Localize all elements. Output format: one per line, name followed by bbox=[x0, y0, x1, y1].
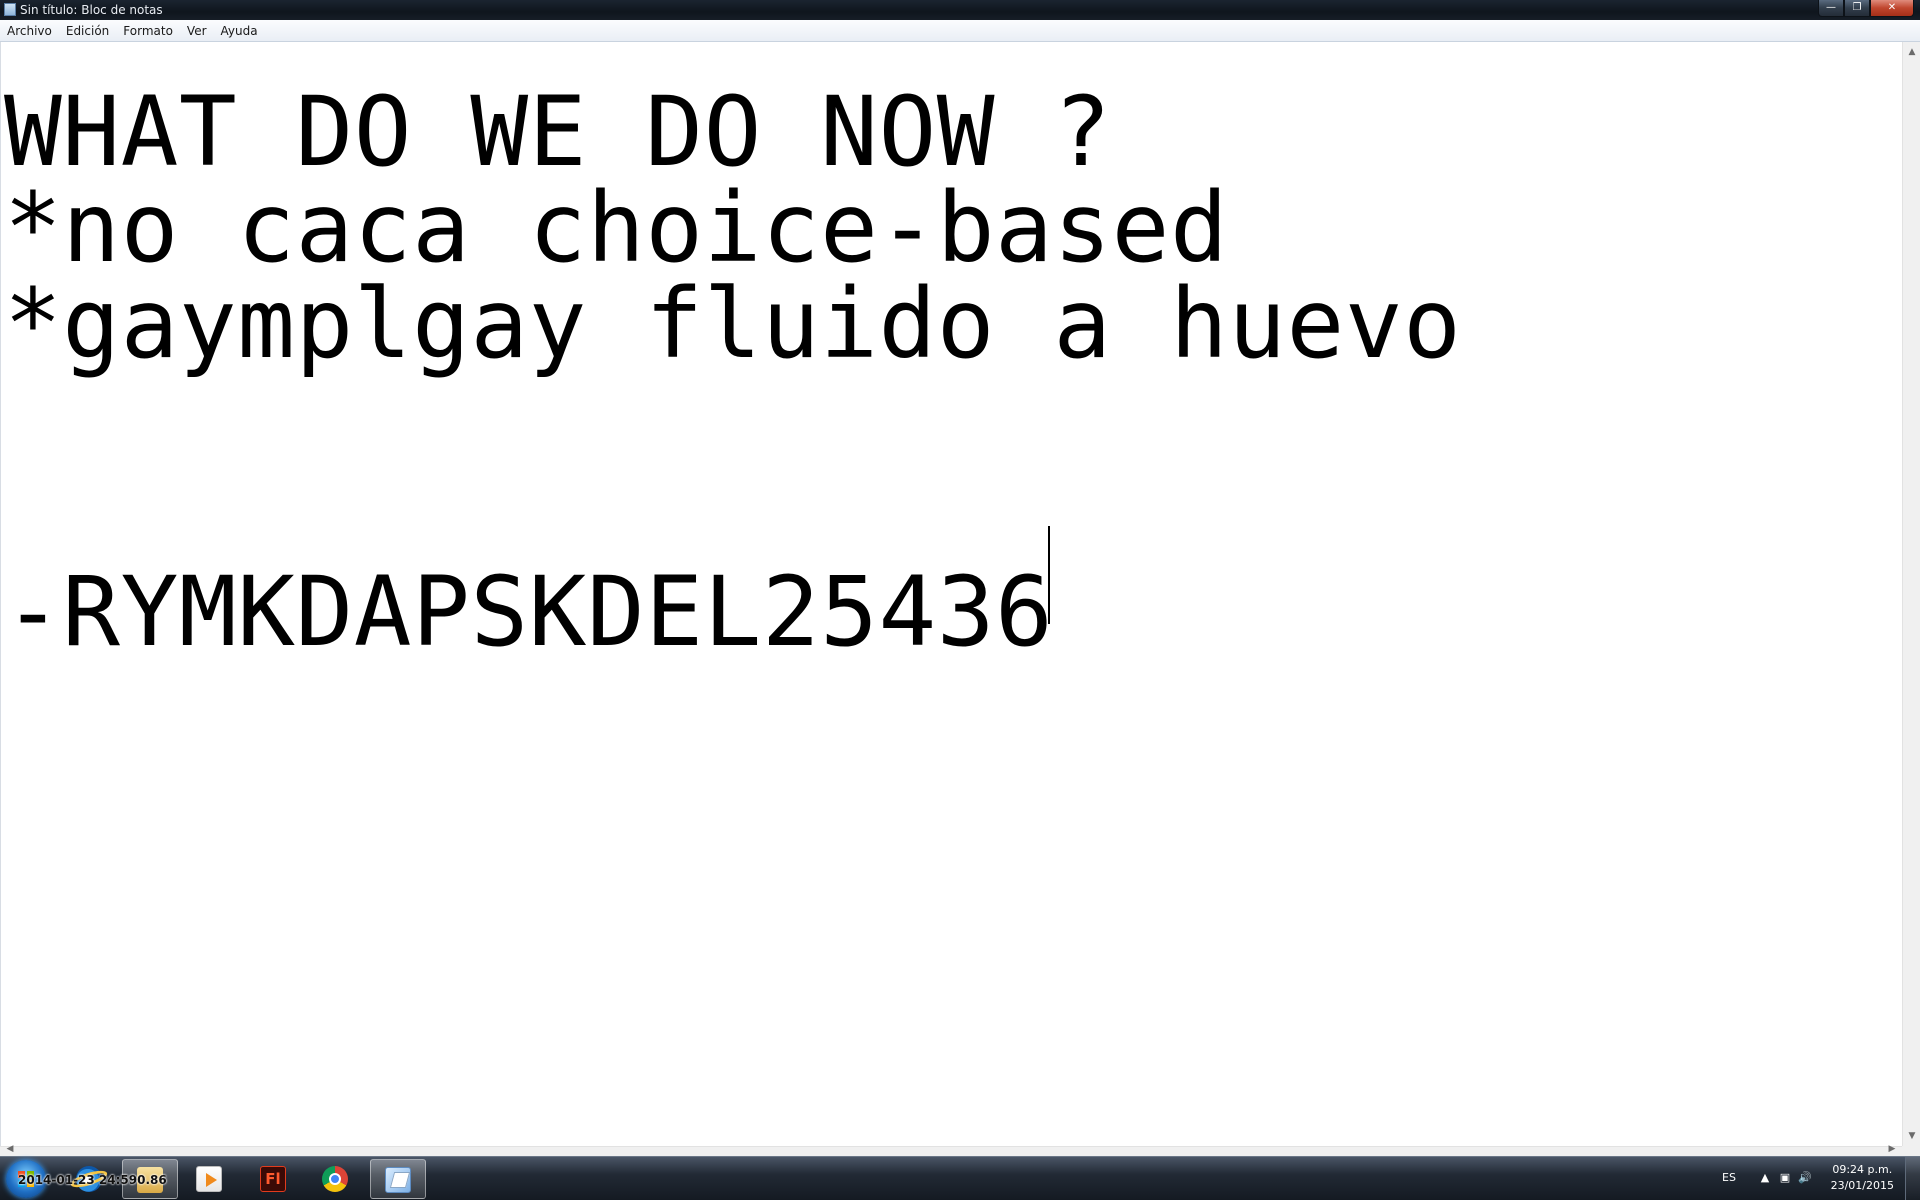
title-bar[interactable]: Sin título: Bloc de notas — ❐ ✕ bbox=[0, 0, 1920, 20]
horizontal-scrollbar[interactable]: ◀ ▶ bbox=[0, 1143, 1902, 1156]
system-tray: ES ▲ ▣ 🔊 09:24 p.m. 23/01/2015 bbox=[1710, 1157, 1920, 1200]
chrome-icon bbox=[322, 1166, 348, 1192]
window-controls: — ❐ ✕ bbox=[1818, 0, 1914, 17]
media-player-icon bbox=[196, 1166, 222, 1192]
clock-time: 09:24 p.m. bbox=[1832, 1163, 1893, 1176]
recording-overlay-text: 2014-01-23 24:590.86 bbox=[18, 1173, 167, 1187]
network-icon[interactable]: ▣ bbox=[1778, 1171, 1792, 1185]
notepad-icon bbox=[385, 1167, 411, 1193]
clock[interactable]: 09:24 p.m. 23/01/2015 bbox=[1831, 1162, 1894, 1194]
text-line-1: WHAT DO WE DO NOW ? bbox=[4, 76, 1112, 188]
show-hidden-icons-icon[interactable]: ▲ bbox=[1758, 1171, 1772, 1185]
menu-bar: Archivo Edición Formato Ver Ayuda bbox=[0, 20, 1920, 42]
taskbar-chrome[interactable] bbox=[308, 1159, 364, 1199]
menu-archivo[interactable]: Archivo bbox=[0, 21, 59, 41]
show-desktop-button[interactable] bbox=[1905, 1157, 1920, 1200]
menu-ver[interactable]: Ver bbox=[180, 21, 214, 41]
close-button[interactable]: ✕ bbox=[1870, 0, 1914, 17]
size-grip bbox=[1902, 1146, 1920, 1156]
clock-date: 23/01/2015 bbox=[1830, 1179, 1894, 1192]
text-line-2: *no caca choice-based bbox=[4, 172, 1229, 284]
text-caret bbox=[1048, 526, 1050, 624]
menu-ayuda[interactable]: Ayuda bbox=[214, 21, 265, 41]
menu-edicion[interactable]: Edición bbox=[59, 21, 116, 41]
minimize-button[interactable]: — bbox=[1818, 0, 1844, 17]
taskbar-flash[interactable]: Fl bbox=[246, 1159, 302, 1199]
language-indicator[interactable]: ES bbox=[1722, 1171, 1736, 1184]
volume-icon[interactable]: 🔊 bbox=[1798, 1171, 1812, 1185]
scroll-down-icon[interactable]: ▼ bbox=[1904, 1128, 1920, 1144]
scroll-up-icon[interactable]: ▲ bbox=[1904, 44, 1920, 60]
taskbar-notepad[interactable] bbox=[370, 1159, 426, 1199]
notepad-icon bbox=[4, 3, 16, 16]
text-editor[interactable]: WHAT DO WE DO NOW ? *no caca choice-base… bbox=[0, 42, 1902, 1146]
taskbar-media-player[interactable] bbox=[182, 1159, 238, 1199]
menu-formato[interactable]: Formato bbox=[116, 21, 180, 41]
scroll-right-icon[interactable]: ▶ bbox=[1884, 1143, 1900, 1155]
text-line-3: *gaymplgay fluido a huevo bbox=[4, 268, 1462, 380]
flash-icon: Fl bbox=[260, 1166, 286, 1192]
scroll-left-icon[interactable]: ◀ bbox=[2, 1143, 18, 1155]
text-line-6: -RYMKDAPSKDEL25436 bbox=[4, 556, 1054, 668]
taskbar: Fl ES ▲ ▣ 🔊 09:24 p.m. 23/01/2015 bbox=[0, 1156, 1920, 1200]
vertical-scrollbar[interactable]: ▲ ▼ bbox=[1902, 42, 1920, 1146]
window-title: Sin título: Bloc de notas bbox=[20, 3, 163, 17]
maximize-button[interactable]: ❐ bbox=[1844, 0, 1870, 17]
